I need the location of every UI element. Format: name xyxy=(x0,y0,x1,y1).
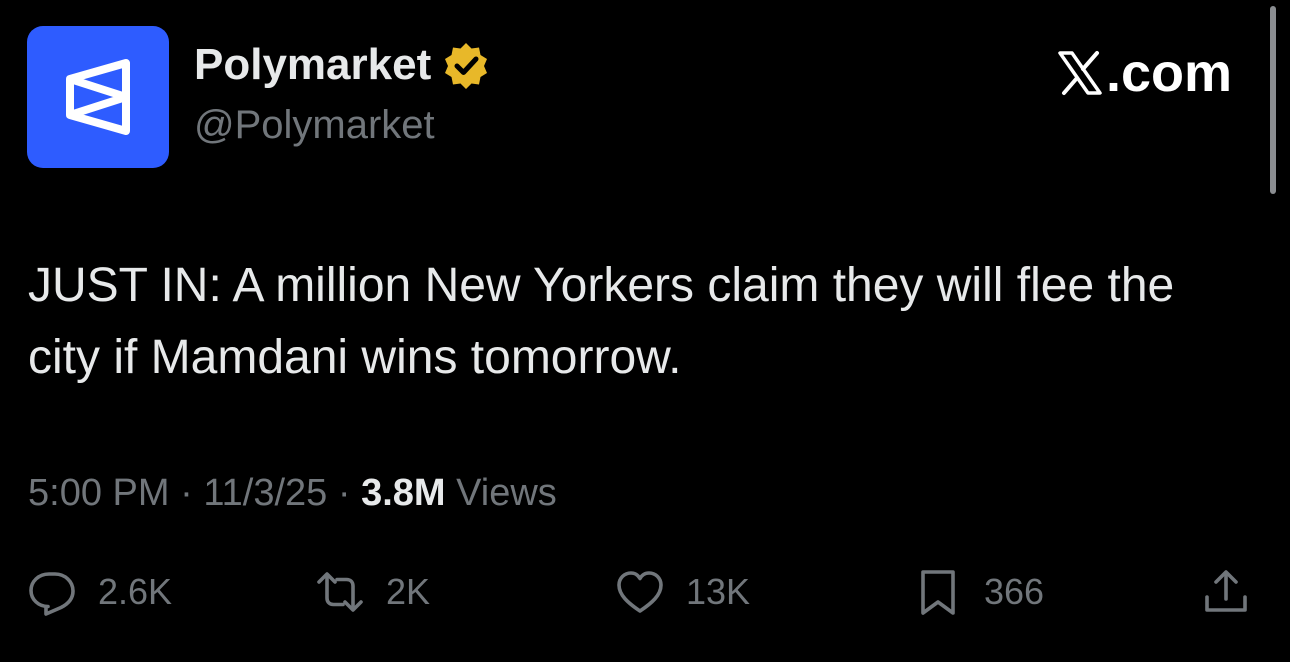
reply-icon xyxy=(29,572,75,616)
tweet-text: JUST IN: A million New Yorkers claim the… xyxy=(28,259,1175,384)
avatar[interactable] xyxy=(27,26,169,168)
tweet-time[interactable]: 5:00 PM xyxy=(28,472,170,514)
polymarket-logo-icon xyxy=(66,59,130,135)
reply-count: 2.6K xyxy=(98,571,173,612)
like-button[interactable]: 13K xyxy=(616,568,750,616)
bookmark-icon xyxy=(921,570,955,615)
tweet-date[interactable]: 11/3/25 xyxy=(203,472,327,514)
share-icon xyxy=(1205,570,1247,612)
author-display-name[interactable]: Polymarket xyxy=(194,40,431,90)
views-count[interactable]: 3.8M xyxy=(361,472,445,514)
repost-icon xyxy=(317,572,363,612)
meta-separator: · xyxy=(169,472,204,514)
bookmark-button[interactable]: 366 xyxy=(914,568,1044,616)
heart-icon xyxy=(617,571,663,613)
verified-badge-icon xyxy=(445,43,488,89)
scrollbar[interactable] xyxy=(1270,6,1276,194)
x-logo-icon xyxy=(1058,51,1102,95)
views-label: Views xyxy=(445,472,557,514)
bookmark-count: 366 xyxy=(984,571,1045,612)
tweet-meta: 5:00 PM · 11/3/25 · 3.8M Views xyxy=(28,472,557,515)
meta-separator: · xyxy=(327,472,362,514)
author-name-row[interactable]: Polymarket xyxy=(194,40,491,90)
action-bar: 2.6K 2K 13K 366 xyxy=(28,568,1262,632)
reply-button[interactable]: 2.6K xyxy=(28,568,172,616)
like-count: 13K xyxy=(686,571,751,612)
repost-button[interactable]: 2K xyxy=(316,568,430,616)
repost-count: 2K xyxy=(386,571,431,612)
watermark-suffix: .com xyxy=(1105,43,1232,103)
x-com-watermark: .com xyxy=(1056,42,1232,104)
author-handle[interactable]: @Polymarket xyxy=(194,103,435,148)
share-button[interactable] xyxy=(1202,568,1250,616)
